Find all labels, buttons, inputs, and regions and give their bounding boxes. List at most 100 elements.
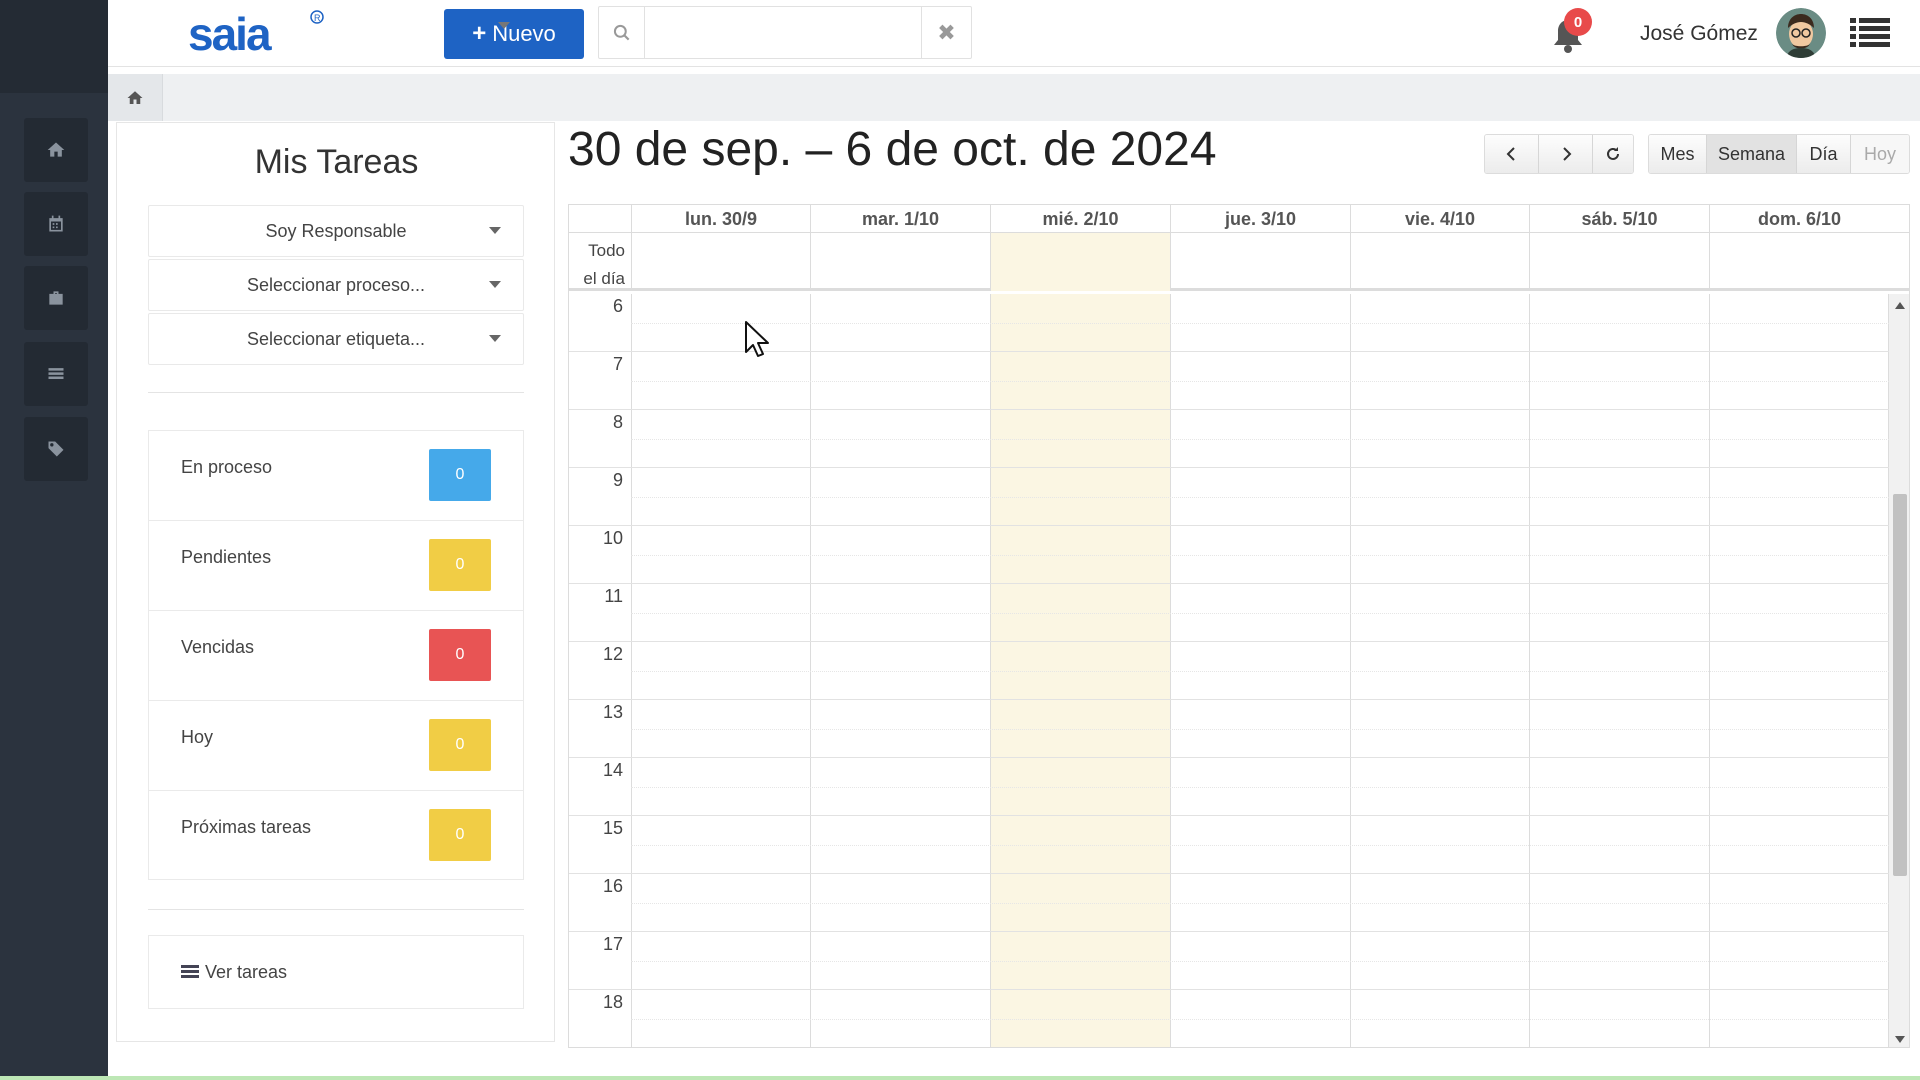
new-button[interactable]: + Nuevo — [444, 9, 584, 59]
stat-label: Hoy — [181, 727, 214, 747]
hour-row: 18 — [569, 990, 1889, 1047]
breadcrumb-home-button[interactable] — [108, 74, 163, 121]
stat-count-badge[interactable]: 0 — [429, 539, 491, 591]
rail-calendar-button[interactable] — [24, 192, 88, 256]
all-day-cell[interactable] — [1350, 233, 1529, 291]
scroll-up-arrow-icon[interactable] — [1895, 302, 1905, 309]
search-dropdown-caret-icon[interactable] — [498, 22, 510, 29]
hour-label: 10 — [602, 528, 623, 548]
all-day-cell[interactable] — [1529, 233, 1709, 291]
rail-tag-button[interactable] — [24, 417, 88, 481]
chevron-down-icon — [489, 227, 501, 234]
hour-label: 15 — [602, 818, 623, 838]
all-day-row: Todo el día — [569, 233, 1909, 291]
calendar-title: 30 de sep. – 6 de oct. de 2024 — [568, 123, 1217, 176]
saia-logo[interactable]: saia R — [186, 8, 326, 58]
filter-tag[interactable]: Seleccionar etiqueta... — [148, 313, 524, 365]
stat-in-progress[interactable]: En proceso 0 — [149, 431, 523, 521]
day-header[interactable]: mar. 1/10 — [810, 205, 990, 233]
tasks-panel: Mis Tareas Soy Responsable Seleccionar p… — [116, 122, 555, 1042]
plus-icon: + — [472, 20, 487, 47]
rail-briefcase-button[interactable] — [24, 266, 88, 330]
day-header[interactable]: sáb. 5/10 — [1529, 205, 1709, 233]
view-week-button[interactable]: Semana — [1707, 135, 1797, 173]
scroll-thumb[interactable] — [1893, 494, 1907, 876]
view-tasks-link[interactable]: Ver tareas — [148, 935, 524, 1009]
day-header-row: lun. 30/9 mar. 1/10 mié. 2/10 jue. 3/10 … — [569, 205, 1909, 233]
filter-tag-label: Seleccionar etiqueta... — [246, 328, 426, 349]
view-day-button[interactable]: Día — [1797, 135, 1851, 173]
time-grid: 6 7 8 9 10 11 12 13 14 15 16 17 18 — [569, 294, 1909, 1047]
notification-count-badge: 0 — [1564, 8, 1592, 36]
stat-overdue[interactable]: Vencidas 0 — [149, 611, 523, 701]
search-input[interactable] — [645, 7, 922, 58]
home-icon — [127, 90, 143, 104]
chevron-right-icon — [1562, 147, 1571, 161]
mouse-cursor-icon — [745, 321, 769, 357]
day-header[interactable]: vie. 4/10 — [1350, 205, 1529, 233]
view-tasks-label: Ver tareas — [205, 961, 288, 982]
day-header[interactable]: lun. 30/9 — [631, 205, 810, 233]
rail-list-button[interactable] — [24, 342, 88, 406]
chevron-left-icon — [1506, 147, 1515, 161]
clear-search-icon[interactable]: ✖ — [922, 20, 971, 46]
hour-label: 17 — [602, 934, 623, 954]
top-header: saia R + Nuevo ✖ 0 José Gómez — [108, 0, 1920, 67]
hour-row: 10 — [569, 526, 1889, 584]
all-day-cell[interactable] — [810, 233, 990, 291]
hour-label: 12 — [602, 644, 623, 664]
hour-label: 18 — [602, 992, 623, 1012]
all-day-cell[interactable] — [631, 233, 810, 291]
rail-header — [0, 0, 108, 93]
hour-row: 8 — [569, 410, 1889, 468]
hour-row: 14 — [569, 758, 1889, 816]
chevron-down-icon — [489, 335, 501, 342]
stat-count-badge[interactable]: 0 — [429, 809, 491, 861]
calendar-scrollbar[interactable] — [1889, 294, 1909, 1047]
user-avatar[interactable] — [1776, 8, 1826, 58]
refresh-button[interactable] — [1593, 135, 1633, 173]
refresh-icon — [1607, 147, 1619, 160]
stat-today[interactable]: Hoy 0 — [149, 701, 523, 791]
stat-count-badge[interactable]: 0 — [429, 719, 491, 771]
hour-label: 16 — [602, 876, 623, 896]
stat-count-badge[interactable]: 0 — [429, 629, 491, 681]
hour-row: 9 — [569, 468, 1889, 526]
filter-responsible[interactable]: Soy Responsable — [148, 205, 524, 257]
search-icon[interactable] — [599, 7, 645, 58]
today-button[interactable]: Hoy — [1851, 135, 1909, 173]
hour-row: 13 — [569, 700, 1889, 758]
view-month-button[interactable]: Mes — [1649, 135, 1707, 173]
stat-label: Vencidas — [181, 637, 255, 657]
stat-upcoming[interactable]: Próximas tareas 0 — [149, 791, 523, 881]
svg-text:saia: saia — [188, 8, 272, 58]
svg-text:R: R — [314, 13, 321, 23]
hour-row: 7 — [569, 352, 1889, 410]
day-header[interactable]: jue. 3/10 — [1170, 205, 1350, 233]
filter-process[interactable]: Seleccionar proceso... — [148, 259, 524, 311]
stat-count-badge[interactable]: 0 — [429, 449, 491, 501]
hour-label: 7 — [612, 354, 623, 374]
day-header[interactable]: mié. 2/10 — [990, 205, 1170, 233]
day-header[interactable]: dom. 6/10 — [1709, 205, 1889, 233]
all-day-cell[interactable] — [1709, 233, 1889, 291]
stat-label: En proceso — [181, 457, 273, 477]
divider — [148, 909, 524, 910]
user-name[interactable]: José Gómez — [1640, 22, 1758, 46]
main-menu-icon[interactable] — [1850, 16, 1890, 48]
all-day-label-line: Todo — [588, 241, 625, 260]
hour-row: 11 — [569, 584, 1889, 642]
next-week-button[interactable] — [1539, 135, 1593, 173]
task-stats: En proceso 0 Pendientes 0 Vencidas 0 Hoy… — [148, 430, 524, 880]
all-day-cell[interactable] — [1170, 233, 1350, 291]
stat-pending[interactable]: Pendientes 0 — [149, 521, 523, 611]
scroll-down-arrow-icon[interactable] — [1895, 1036, 1905, 1043]
home-icon — [47, 142, 65, 157]
prev-week-button[interactable] — [1485, 135, 1539, 173]
filter-responsible-label: Soy Responsable — [265, 220, 407, 241]
all-day-cell-today[interactable] — [990, 233, 1170, 291]
search-box: ✖ — [598, 6, 972, 59]
breadcrumb — [108, 74, 1920, 121]
panel-title: Mis Tareas — [254, 143, 419, 181]
rail-home-button[interactable] — [24, 118, 88, 182]
